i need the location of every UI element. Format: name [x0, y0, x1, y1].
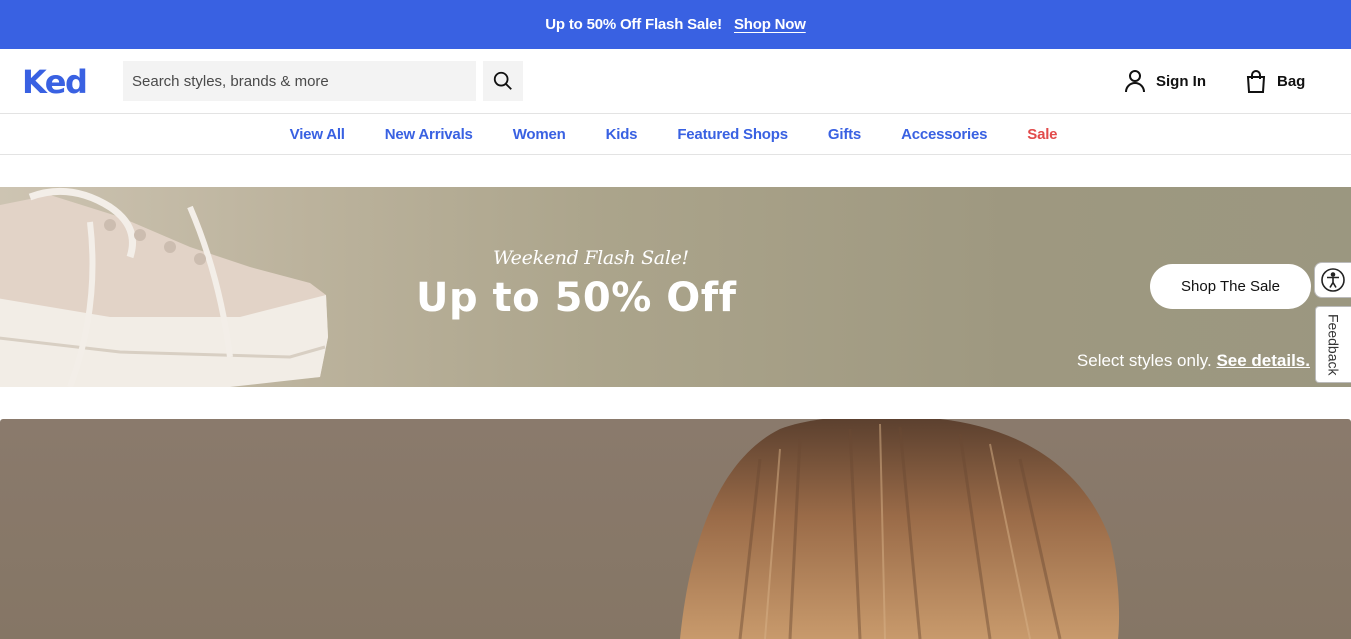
nav-new-arrivals[interactable]: New Arrivals: [385, 126, 473, 143]
shop-the-sale-button[interactable]: Shop The Sale: [1150, 264, 1311, 309]
accessibility-icon: [1321, 268, 1345, 292]
shopping-bag-icon: [1246, 70, 1266, 93]
brand-logo[interactable]: Ked: [22, 63, 88, 101]
nav-kids[interactable]: Kids: [606, 126, 638, 143]
accessibility-button[interactable]: [1314, 262, 1351, 298]
user-icon: [1125, 70, 1145, 93]
feedback-label: Feedback: [1325, 313, 1342, 376]
nav-women[interactable]: Women: [513, 126, 566, 143]
nav-featured-shops[interactable]: Featured Shops: [677, 126, 788, 143]
hero-eyebrow: Weekend Flash Sale!: [493, 247, 689, 269]
bag-label: Bag: [1277, 72, 1306, 90]
bag-link[interactable]: Bag: [1245, 69, 1305, 93]
nav-sale[interactable]: Sale: [1027, 126, 1057, 143]
site-header: Ked Sign In Bag: [0, 49, 1351, 114]
sneaker-image: [0, 187, 328, 387]
feedback-tab[interactable]: Feedback: [1315, 306, 1351, 383]
search-icon: [493, 71, 512, 90]
hero-banner[interactable]: Weekend Flash Sale! Up to 50% Off Shop T…: [0, 187, 1351, 387]
promo-banner: Up to 50% Off Flash Sale! Shop Now: [0, 0, 1351, 49]
promo-shop-now-link[interactable]: Shop Now: [734, 16, 806, 33]
sign-in-link[interactable]: Sign In: [1124, 69, 1206, 93]
sign-in-label: Sign In: [1156, 72, 1206, 90]
hero-disclaimer-text: Select styles only.: [1076, 351, 1212, 370]
search-input[interactable]: [123, 61, 476, 101]
model-hair-image: [680, 419, 1120, 639]
main-nav: View All New Arrivals Women Kids Feature…: [0, 114, 1351, 155]
hero-disclaimer: Select styles only. See details.: [1077, 351, 1310, 371]
see-details-link[interactable]: See details.: [1216, 351, 1310, 370]
search-button[interactable]: [483, 61, 523, 101]
nav-accessories[interactable]: Accessories: [901, 126, 987, 143]
hero-title: Up to 50% Off: [416, 275, 737, 321]
hero-video[interactable]: [0, 419, 1351, 639]
nav-gifts[interactable]: Gifts: [828, 126, 861, 143]
nav-view-all[interactable]: View All: [290, 126, 345, 143]
promo-text: Up to 50% Off Flash Sale!: [545, 16, 722, 33]
